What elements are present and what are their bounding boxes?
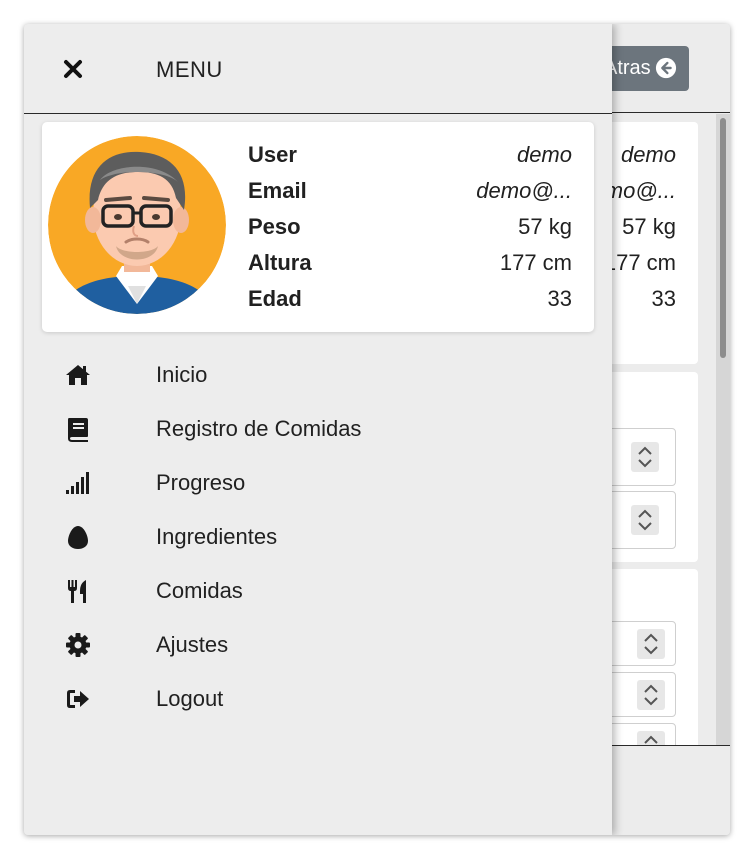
menu-item-ajustes[interactable]: Ajustes bbox=[24, 618, 612, 672]
profile-label: Peso bbox=[248, 214, 301, 239]
arrow-left-circle-icon bbox=[655, 57, 677, 79]
logout-icon bbox=[67, 690, 89, 708]
profile-value: 177 cm bbox=[499, 250, 572, 275]
profile-label: Email bbox=[248, 178, 307, 203]
signal-bars-icon bbox=[66, 472, 89, 494]
profile-value: 57 kg bbox=[518, 214, 572, 239]
background-edad-value: 33 bbox=[651, 286, 676, 311]
profile-label: User bbox=[248, 142, 297, 167]
background-peso-value: 57 kg bbox=[622, 214, 676, 239]
scrollbar-thumb[interactable] bbox=[720, 118, 726, 358]
profile-value: 33 bbox=[547, 286, 572, 311]
menu-item-logout[interactable]: Logout bbox=[24, 672, 612, 726]
menu-item-label: Logout bbox=[156, 686, 224, 711]
drawer-title: MENU bbox=[156, 57, 223, 82]
avatar bbox=[48, 136, 226, 314]
menu-item-label: Comidas bbox=[156, 578, 243, 603]
navigation-drawer: MENU User demo Email demo@... Peso 57 kg… bbox=[24, 24, 612, 835]
menu-item-progreso[interactable]: Progreso bbox=[24, 456, 612, 510]
utensils-icon bbox=[68, 580, 86, 603]
profile-row-peso: Peso 57 kg bbox=[248, 214, 572, 244]
profile-row-altura: Altura 177 cm bbox=[248, 250, 572, 280]
menu-item-label: Progreso bbox=[156, 470, 246, 495]
menu-item-label: Ajustes bbox=[156, 632, 229, 657]
app-window: Atras demo demo@... 57 kg 177 cm 33 MENU… bbox=[24, 24, 730, 835]
egg-icon bbox=[68, 526, 88, 549]
spinner-arrows-icon[interactable] bbox=[631, 505, 659, 535]
profile-value: demo bbox=[516, 142, 572, 167]
menu-item-label: Inicio bbox=[156, 362, 208, 387]
drawer-header: MENU bbox=[24, 24, 612, 114]
gear-icon bbox=[66, 633, 90, 657]
book-icon bbox=[68, 418, 88, 442]
background-user-value: demo bbox=[620, 142, 676, 167]
menu-item-ingredientes[interactable]: Ingredientes bbox=[24, 510, 612, 564]
menu-item-label: Registro de Comidas bbox=[156, 416, 362, 441]
background-altura-value: 177 cm bbox=[603, 250, 676, 275]
profile-row-edad: Edad 33 bbox=[248, 286, 572, 316]
home-icon bbox=[66, 365, 90, 385]
menu-item-registro-de-comidas[interactable]: Registro de Comidas bbox=[24, 402, 612, 456]
spinner-arrows-icon[interactable] bbox=[631, 442, 659, 472]
profile-row-email: Email demo@... bbox=[248, 178, 572, 208]
menu-item-label: Ingredientes bbox=[156, 524, 278, 549]
profile-label: Edad bbox=[248, 286, 302, 311]
close-icon[interactable] bbox=[62, 58, 84, 80]
profile-row-user: User demo bbox=[248, 142, 572, 172]
profile-label: Altura bbox=[248, 250, 312, 275]
menu-item-inicio[interactable]: Inicio bbox=[24, 348, 612, 402]
profile-value: demo@... bbox=[476, 178, 572, 203]
spinner-arrows-icon[interactable] bbox=[637, 680, 665, 710]
spinner-arrows-icon[interactable] bbox=[637, 629, 665, 659]
profile-card: User demo Email demo@... Peso 57 kg Altu… bbox=[42, 122, 594, 332]
menu-item-comidas[interactable]: Comidas bbox=[24, 564, 612, 618]
